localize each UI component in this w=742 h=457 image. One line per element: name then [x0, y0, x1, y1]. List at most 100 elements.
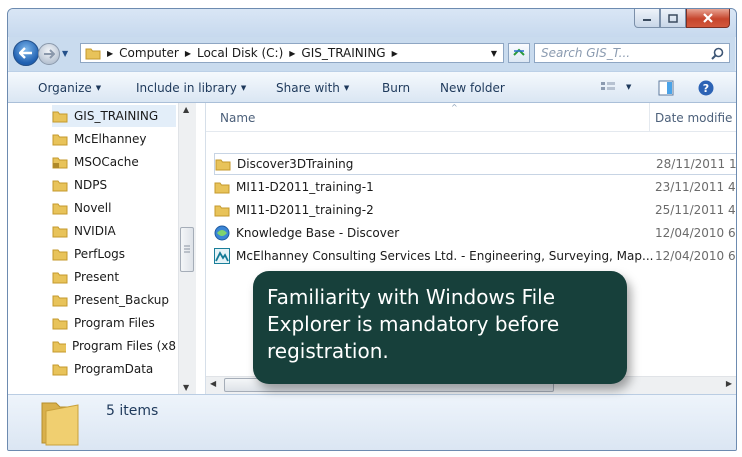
file-name: MI11-D2011_training-1: [236, 180, 374, 194]
nav-item-gis-training[interactable]: GIS_TRAINING: [52, 105, 176, 127]
file-name: MI11-D2011_training-2: [236, 203, 374, 217]
nav-pane-scrollbar[interactable]: ▲ ▼: [178, 103, 196, 394]
address-history-dropdown-icon[interactable]: ▼: [491, 49, 497, 58]
share-with-menu[interactable]: Share with ▼: [276, 81, 349, 95]
scroll-down-arrow-icon[interactable]: ▼: [183, 383, 189, 392]
nav-pane-scroll-thumb[interactable]: [180, 227, 194, 272]
nav-item-nvidia[interactable]: NVIDIA: [52, 220, 176, 242]
breadcrumb-separator-icon[interactable]: ▶: [185, 49, 191, 58]
nav-item-msocache[interactable]: MSOCache: [52, 151, 176, 173]
scroll-left-arrow-icon[interactable]: ◀: [210, 379, 216, 388]
file-date-modified: 12/04/2010 6: [655, 249, 736, 263]
include-in-library-menu[interactable]: Include in library ▼: [136, 81, 246, 95]
scroll-up-arrow-icon[interactable]: ▲: [183, 105, 189, 114]
new-folder-label: New folder: [440, 81, 505, 95]
folder-icon: [52, 295, 68, 307]
back-arrow-icon: [19, 47, 32, 59]
search-box[interactable]: Search GIS_T...: [534, 43, 730, 63]
maximize-button[interactable]: [660, 9, 686, 28]
item-count: 5 items: [106, 403, 159, 419]
address-row: ▼ ▶ Computer ▶ Local Disk (C:) ▶ GIS_TRA…: [8, 37, 736, 69]
chevron-down-icon: ▼: [240, 84, 247, 92]
explorer-window: ▼ ▶ Computer ▶ Local Disk (C:) ▶ GIS_TRA…: [7, 8, 737, 451]
file-date-modified: 23/11/2011 4: [655, 180, 736, 194]
nav-item-label: Program Files (x8: [71, 339, 176, 353]
nav-item-present-backup[interactable]: Present_Backup: [52, 289, 176, 311]
folder-icon: [41, 402, 79, 446]
preview-pane-icon: [658, 80, 674, 96]
nav-item-label: Program Files: [74, 316, 155, 330]
nav-item-novell[interactable]: Novell: [52, 197, 176, 219]
preview-pane-button[interactable]: [658, 80, 674, 96]
refresh-button[interactable]: [508, 43, 530, 63]
navigation-pane[interactable]: GIS_TRAINING McElhanney MSOCache NDPS No…: [8, 103, 205, 394]
details-pane: 5 items: [8, 394, 736, 450]
folder-icon: [215, 159, 231, 171]
column-header-name[interactable]: Name: [220, 111, 255, 125]
nav-item-label: Novell: [74, 201, 112, 215]
title-bar[interactable]: [8, 9, 736, 37]
file-name: McElhanney Consulting Services Ltd. - En…: [236, 249, 654, 263]
burn-button[interactable]: Burn: [382, 81, 410, 95]
breadcrumb-computer[interactable]: Computer: [119, 46, 179, 60]
breadcrumb-gis-training[interactable]: GIS_TRAINING: [301, 46, 385, 60]
folder-icon: [52, 364, 68, 376]
nav-item-label: McElhanney: [74, 132, 147, 146]
view-list-icon: [601, 82, 615, 90]
organize-label: Organize: [38, 81, 92, 95]
nav-item-present[interactable]: Present: [52, 266, 176, 288]
callout-line: registration.: [267, 339, 389, 363]
address-bar[interactable]: ▶ Computer ▶ Local Disk (C:) ▶ GIS_TRAIN…: [80, 43, 504, 63]
column-header-row: ^ Name Date modifie: [206, 103, 736, 132]
organize-menu[interactable]: Organize ▼: [38, 81, 101, 95]
search-input[interactable]: Search GIS_T...: [541, 46, 630, 60]
forward-button[interactable]: [38, 43, 60, 65]
help-icon: ?: [698, 80, 714, 96]
column-divider[interactable]: [649, 103, 650, 131]
nav-item-programdata[interactable]: ProgramData: [52, 358, 176, 380]
scroll-grip-icon: [184, 245, 190, 253]
caption-buttons: [634, 9, 730, 28]
breadcrumb-separator-icon[interactable]: ▶: [289, 49, 295, 58]
folder-icon: [52, 111, 68, 123]
column-header-date-modified[interactable]: Date modifie: [655, 111, 732, 125]
folder-icon: [52, 272, 68, 284]
callout-line: Familiarity with Windows File: [267, 285, 556, 309]
folder-icon: [214, 182, 230, 194]
file-row[interactable]: Knowledge Base - Discover 12/04/2010 6: [214, 222, 736, 244]
breadcrumb-separator-icon[interactable]: ▶: [107, 49, 113, 58]
folder-icon: [52, 341, 66, 353]
close-button[interactable]: [686, 9, 730, 28]
share-with-label: Share with: [276, 81, 340, 95]
nav-item-mcelhanney[interactable]: McElhanney: [52, 128, 176, 150]
new-folder-button[interactable]: New folder: [440, 81, 505, 95]
help-button[interactable]: ?: [698, 80, 714, 96]
breadcrumb-local-disk[interactable]: Local Disk (C:): [197, 46, 283, 60]
file-row[interactable]: MI11-D2011_training-1 23/11/2011 4: [214, 176, 736, 198]
breadcrumb-separator-icon[interactable]: ▶: [392, 49, 398, 58]
chevron-down-icon: ▼: [343, 84, 350, 92]
nav-item-label: ProgramData: [74, 362, 154, 376]
nav-item-program-files[interactable]: Program Files: [52, 312, 176, 334]
nav-item-ndps[interactable]: NDPS: [52, 174, 176, 196]
nav-item-perflogs[interactable]: PerfLogs: [52, 243, 176, 265]
recent-pages-dropdown[interactable]: ▼: [62, 49, 68, 58]
file-row[interactable]: MI11-D2011_training-2 25/11/2011 4: [214, 199, 736, 221]
minimize-icon: [643, 19, 651, 21]
command-bar: Organize ▼ Include in library ▼ Share with…: [8, 71, 736, 103]
nav-item-label: NDPS: [74, 178, 108, 192]
file-row[interactable]: Discover3DTraining 28/11/2011 1: [214, 153, 736, 175]
minimize-button[interactable]: [634, 9, 660, 28]
folder-icon: [52, 226, 68, 238]
back-button[interactable]: [13, 40, 39, 66]
scroll-right-arrow-icon[interactable]: ▶: [726, 379, 732, 388]
file-row[interactable]: McElhanney Consulting Services Ltd. - En…: [214, 245, 736, 267]
refresh-icon: [513, 48, 525, 56]
folder-icon: [52, 318, 68, 330]
change-view-button[interactable]: ▼: [600, 80, 631, 94]
search-icon[interactable]: [711, 47, 724, 60]
instruction-callout: Familiarity with Windows File Explorer i…: [253, 271, 627, 384]
nav-item-program-files-x86[interactable]: Program Files (x8: [52, 335, 176, 357]
nav-item-label: GIS_TRAINING: [74, 109, 159, 123]
folder-icon: [85, 48, 101, 60]
